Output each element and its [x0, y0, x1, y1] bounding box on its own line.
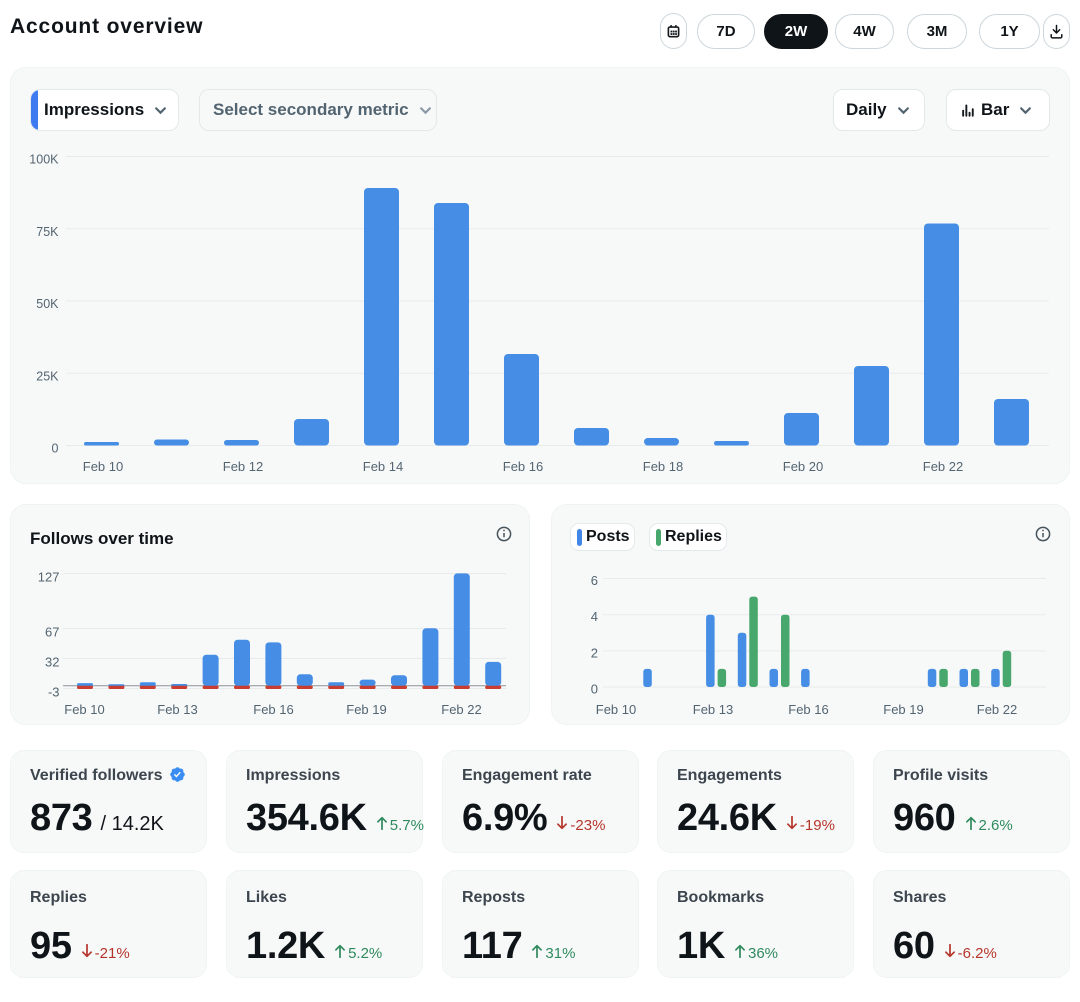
svg-text:32: 32 [45, 655, 59, 670]
svg-text:100K: 100K [29, 153, 59, 167]
svg-text:75K: 75K [36, 225, 59, 239]
svg-text:Feb 16: Feb 16 [788, 702, 828, 717]
svg-text:Feb 22: Feb 22 [923, 459, 963, 474]
svg-text:-3: -3 [48, 685, 60, 700]
svg-text:2: 2 [591, 645, 598, 660]
svg-text:Feb 19: Feb 19 [346, 702, 386, 717]
svg-text:Feb 10: Feb 10 [596, 702, 636, 717]
svg-text:6: 6 [591, 573, 598, 588]
svg-text:Feb 16: Feb 16 [503, 459, 543, 474]
svg-text:Feb 13: Feb 13 [157, 702, 197, 717]
svg-text:67: 67 [45, 625, 59, 640]
svg-text:Feb 10: Feb 10 [64, 702, 104, 717]
svg-text:Feb 16: Feb 16 [253, 702, 293, 717]
svg-text:Feb 12: Feb 12 [223, 459, 263, 474]
svg-text:0: 0 [591, 682, 598, 697]
svg-text:Feb 20: Feb 20 [783, 459, 823, 474]
svg-text:Feb 10: Feb 10 [83, 459, 123, 474]
svg-text:Feb 14: Feb 14 [363, 459, 403, 474]
svg-text:25K: 25K [36, 369, 59, 383]
svg-text:50K: 50K [36, 297, 59, 311]
svg-text:Feb 22: Feb 22 [441, 702, 481, 717]
svg-text:Feb 18: Feb 18 [643, 459, 683, 474]
svg-text:0: 0 [52, 442, 59, 456]
svg-text:Feb 13: Feb 13 [693, 702, 733, 717]
svg-text:4: 4 [591, 609, 598, 624]
svg-text:127: 127 [38, 570, 60, 585]
svg-text:Feb 19: Feb 19 [883, 702, 923, 717]
svg-text:Feb 22: Feb 22 [977, 702, 1017, 717]
